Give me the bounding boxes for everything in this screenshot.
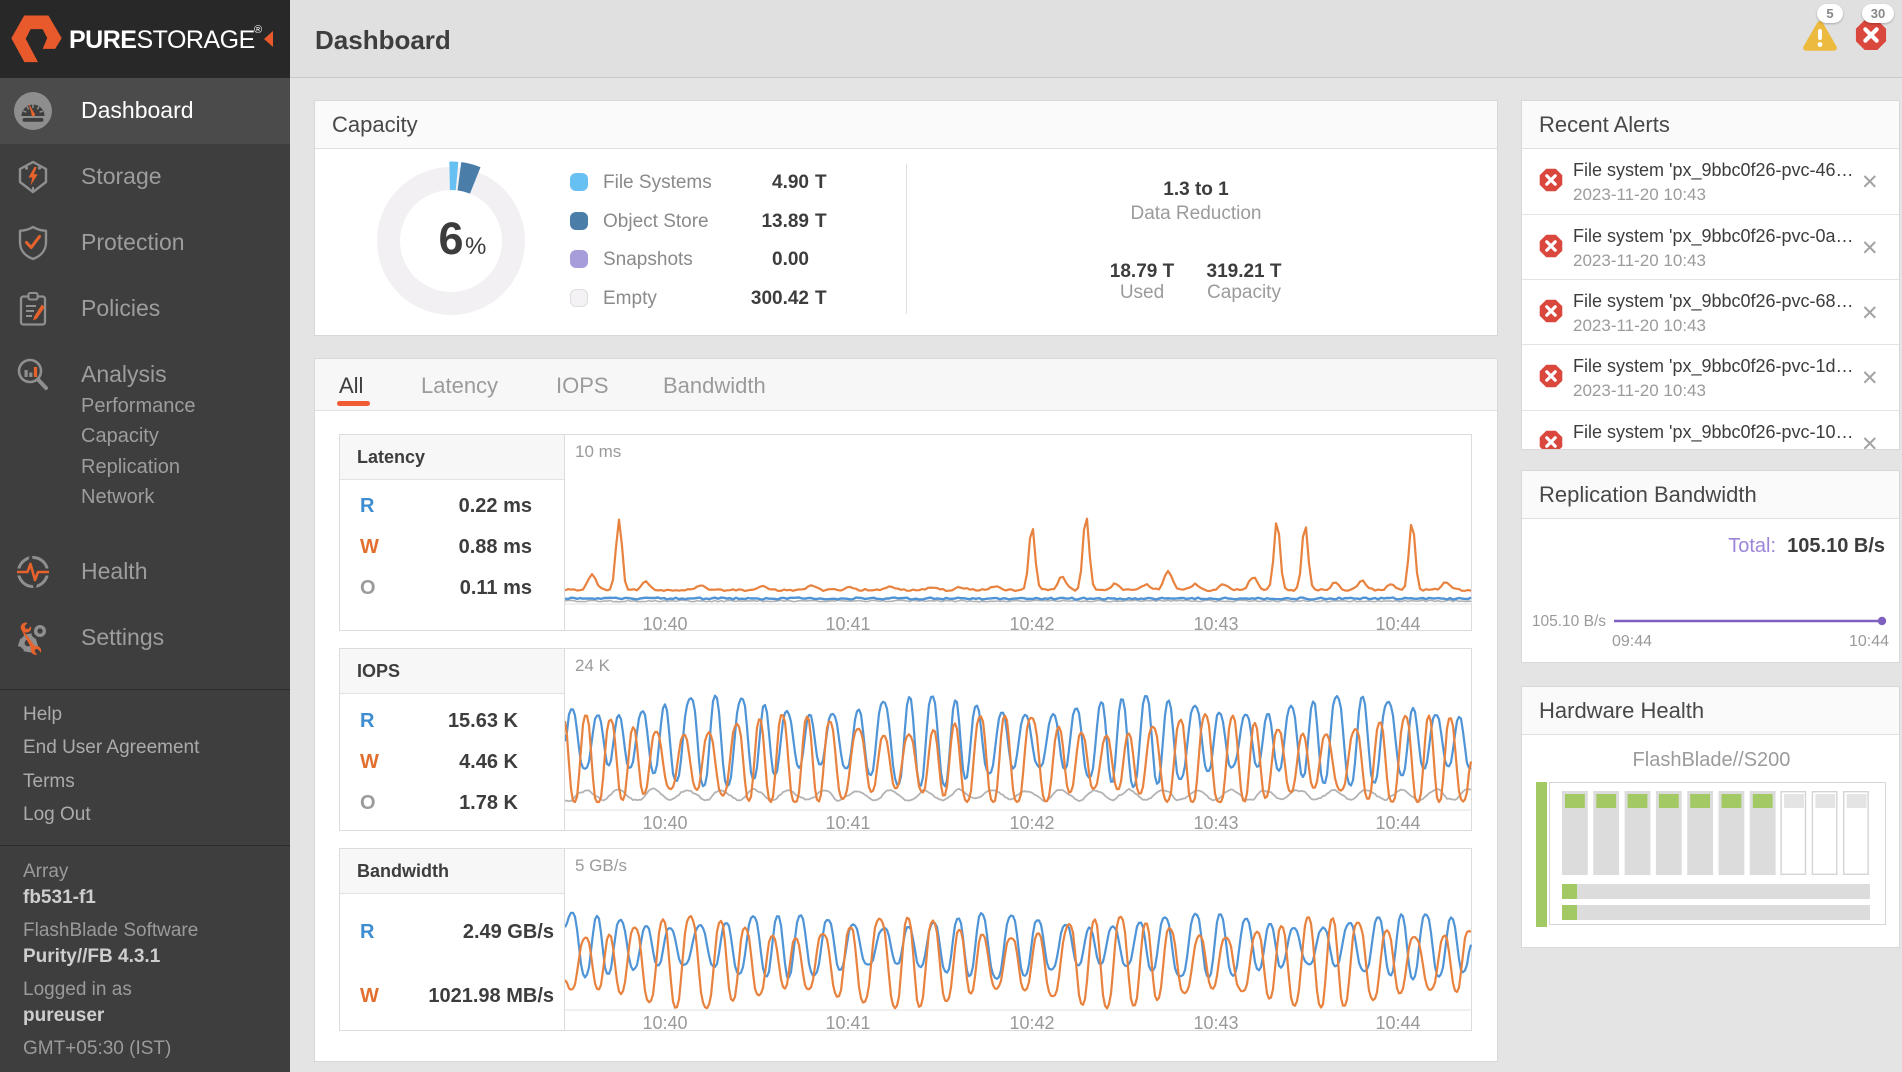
svg-text:10:43: 10:43 bbox=[1193, 614, 1238, 631]
svg-text:10:40: 10:40 bbox=[642, 1013, 687, 1031]
svg-text:10:44: 10:44 bbox=[1375, 813, 1420, 831]
svg-text:10:44: 10:44 bbox=[1375, 614, 1420, 631]
svg-text:10:41: 10:41 bbox=[825, 1013, 870, 1031]
svg-text:10:43: 10:43 bbox=[1193, 813, 1238, 831]
svg-text:10:40: 10:40 bbox=[642, 614, 687, 631]
svg-text:10:42: 10:42 bbox=[1009, 1013, 1054, 1031]
svg-text:10:41: 10:41 bbox=[825, 614, 870, 631]
svg-text:10:42: 10:42 bbox=[1009, 614, 1054, 631]
svg-text:5 GB/s: 5 GB/s bbox=[575, 856, 627, 875]
svg-text:10 ms: 10 ms bbox=[575, 442, 621, 461]
svg-text:10:43: 10:43 bbox=[1193, 1013, 1238, 1031]
svg-text:10:42: 10:42 bbox=[1009, 813, 1054, 831]
svg-text:6: 6 bbox=[438, 213, 463, 264]
svg-text:10:44: 10:44 bbox=[1849, 633, 1889, 650]
svg-text:24 K: 24 K bbox=[575, 656, 611, 675]
svg-text:%: % bbox=[465, 233, 486, 260]
svg-text:10:41: 10:41 bbox=[825, 813, 870, 831]
svg-text:09:44: 09:44 bbox=[1612, 633, 1652, 650]
svg-text:105.10 B/s: 105.10 B/s bbox=[1532, 613, 1606, 630]
svg-text:10:44: 10:44 bbox=[1375, 1013, 1420, 1031]
svg-text:10:40: 10:40 bbox=[642, 813, 687, 831]
